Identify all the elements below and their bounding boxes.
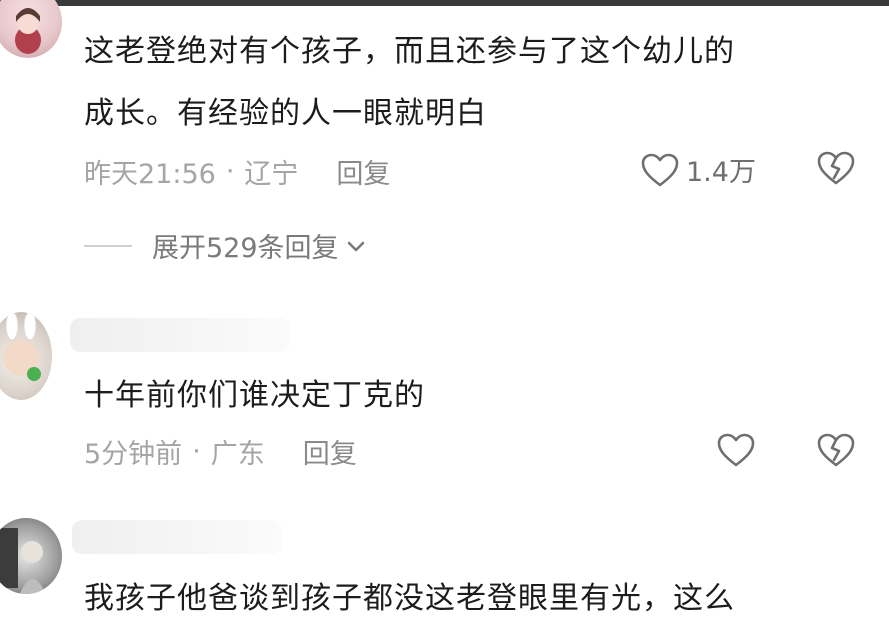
broken-heart-icon bbox=[817, 151, 855, 185]
meta-separator: · bbox=[225, 156, 235, 187]
meta-separator: · bbox=[192, 436, 201, 467]
expand-replies-label: 展开529条回复 bbox=[152, 233, 339, 264]
comment-text: 十年前你们谁决定丁克的 bbox=[84, 378, 425, 413]
top-border bbox=[0, 0, 889, 6]
comment-text: 成长。有经验的人一眼就明白 bbox=[84, 96, 487, 131]
comment-text: 我孩子他爸谈到孩子都没这老登眼里有光，这么 bbox=[84, 581, 735, 616]
heart-outline-icon bbox=[641, 153, 679, 186]
comment-text: 这老登绝对有个孩子，而且还参与了这个幼儿的 bbox=[84, 34, 735, 69]
dislike-button[interactable] bbox=[816, 432, 856, 472]
reply-button[interactable]: 回复 bbox=[303, 432, 357, 471]
comment-time: 昨天21:56 bbox=[84, 159, 216, 190]
username-blurred bbox=[72, 520, 282, 554]
chevron-down-icon bbox=[347, 241, 364, 251]
expand-replies-button[interactable]: 展开529条回复 bbox=[84, 226, 367, 265]
avatar[interactable] bbox=[0, 518, 62, 594]
avatar[interactable] bbox=[0, 312, 52, 400]
username-blurred bbox=[70, 318, 290, 352]
dislike-button[interactable] bbox=[816, 150, 856, 190]
like-count: 1.4万 bbox=[686, 157, 756, 188]
comment-location: 辽宁 bbox=[244, 159, 299, 190]
reply-button[interactable]: 回复 bbox=[336, 152, 390, 191]
expand-divider bbox=[84, 244, 132, 247]
comment-meta: 5分钟前 · 广东 回复 bbox=[84, 432, 357, 471]
broken-heart-icon bbox=[817, 433, 855, 467]
like-button[interactable]: 1.4万 bbox=[640, 150, 756, 189]
comment-location: 广东 bbox=[210, 439, 265, 470]
like-button[interactable] bbox=[716, 432, 756, 468]
comment-time: 5分钟前 bbox=[84, 439, 183, 470]
comment-meta: 昨天21:56 · 辽宁 回复 bbox=[84, 152, 390, 191]
heart-outline-icon bbox=[717, 433, 755, 467]
avatar[interactable] bbox=[0, 0, 62, 58]
